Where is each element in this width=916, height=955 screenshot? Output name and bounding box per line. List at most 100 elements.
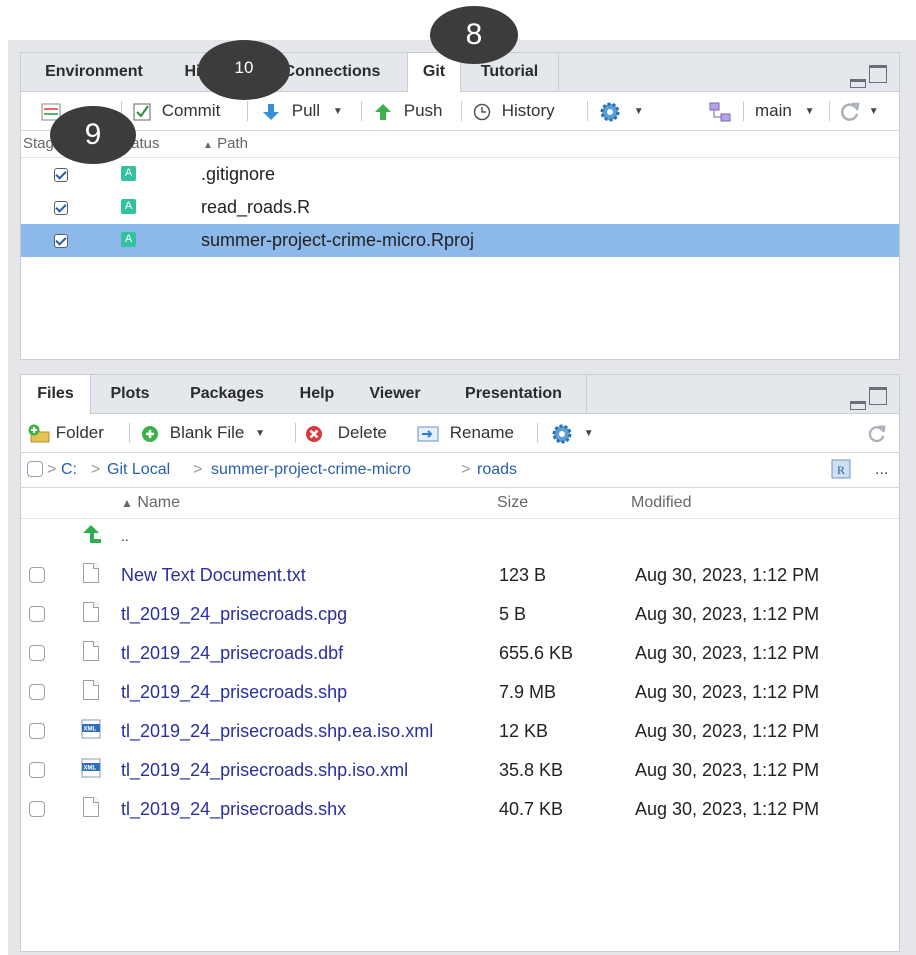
new-folder-button[interactable]: Folder [27, 414, 104, 452]
new-branch-button[interactable] [709, 92, 731, 130]
file-row[interactable]: XML tl_2019_24_prisecroads.shp.ea.iso.xm… [21, 714, 899, 748]
new-folder-icon [28, 424, 50, 443]
file-checkbox[interactable] [29, 801, 45, 817]
git-toolbar: Commit Pull ▼ Push History ▼ main ▼ ▼ [21, 92, 899, 131]
file-checkbox[interactable] [29, 645, 45, 661]
git-change-row[interactable]: A .gitignore [21, 158, 899, 191]
tab-environment[interactable]: Environment [21, 53, 167, 90]
file-name-link[interactable]: tl_2019_24_prisecroads.shp.iso.xml [121, 753, 408, 787]
maximize-pane-icon[interactable] [869, 387, 887, 405]
git-change-row-selected[interactable]: A summer-project-crime-micro.Rproj [21, 224, 899, 257]
file-path: read_roads.R [201, 197, 311, 217]
breadcrumb-project[interactable]: summer-project-crime-micro [211, 453, 411, 487]
file-row[interactable]: tl_2019_24_prisecroads.cpg 5 B Aug 30, 2… [21, 597, 899, 631]
file-name-link[interactable]: tl_2019_24_prisecroads.shx [121, 792, 346, 826]
blank-file-button[interactable]: Blank File ▼ [141, 414, 265, 452]
project-icon[interactable]: R [831, 459, 851, 484]
file-list: .. New Text Document.txt 123 B Aug 30, 2… [21, 519, 899, 849]
file-checkbox[interactable] [29, 606, 45, 622]
maximize-pane-icon[interactable] [869, 65, 887, 83]
chevron-down-icon: ▼ [868, 105, 879, 117]
toolbar-divider [247, 101, 248, 121]
commit-label: Commit [161, 101, 221, 120]
breadcrumb-separator: > [461, 461, 471, 478]
name-column-header[interactable]: ▲ Name [121, 488, 180, 518]
staged-checkbox[interactable] [54, 234, 68, 248]
files-settings-button[interactable]: ▼ [551, 414, 594, 452]
select-all-checkbox[interactable] [27, 461, 43, 477]
up-arrow-icon [83, 525, 101, 543]
window-controls [850, 387, 887, 410]
refresh-button[interactable]: ▼ [839, 92, 879, 130]
breadcrumb-git-local[interactable]: Git Local [107, 453, 170, 487]
file-path: .gitignore [201, 164, 276, 184]
tab-plots[interactable]: Plots [91, 375, 169, 412]
file-row[interactable]: tl_2019_24_prisecroads.dbf 655.6 KB Aug … [21, 636, 899, 670]
size-column-header[interactable]: Size [497, 488, 528, 518]
file-name-link[interactable]: tl_2019_24_prisecroads.shp.ea.iso.xml [121, 714, 433, 748]
more-options-button[interactable]: ... [875, 453, 888, 487]
push-label: Push [403, 101, 443, 120]
text-file-icon [83, 680, 99, 700]
commit-checkbox-icon [133, 103, 151, 121]
file-checkbox[interactable] [29, 723, 45, 739]
branch-label: main [755, 101, 792, 120]
file-modified: Aug 30, 2023, 1:12 PM [635, 760, 820, 780]
parent-directory-label: .. [121, 528, 129, 544]
delete-button[interactable]: Delete [305, 414, 387, 452]
push-arrow-icon [375, 103, 391, 120]
push-button[interactable]: Push [373, 92, 442, 130]
refresh-files-button[interactable] [867, 414, 887, 452]
git-settings-button[interactable]: ▼ [599, 92, 644, 130]
file-name-link[interactable]: tl_2019_24_prisecroads.cpg [121, 597, 347, 631]
breadcrumb-roads[interactable]: roads [477, 453, 517, 487]
tab-packages[interactable]: Packages [169, 375, 285, 412]
refresh-icon [868, 425, 886, 442]
tab-presentation[interactable]: Presentation [441, 375, 587, 412]
file-row[interactable]: XML tl_2019_24_prisecroads.shp.iso.xml 3… [21, 753, 899, 787]
tab-help[interactable]: Help [285, 375, 349, 412]
file-row[interactable]: New Text Document.txt 123 B Aug 30, 2023… [21, 558, 899, 592]
pull-dropdown-icon[interactable]: ▼ [333, 106, 343, 117]
pull-button[interactable]: Pull ▼ [261, 92, 343, 130]
file-row[interactable]: tl_2019_24_prisecroads.shx 40.7 KB Aug 3… [21, 792, 899, 826]
history-label: History [501, 101, 555, 120]
file-checkbox[interactable] [29, 762, 45, 778]
modified-column-header[interactable]: Modified [631, 488, 691, 518]
parent-directory-row[interactable]: .. [21, 519, 899, 553]
breadcrumb-separator: > [91, 461, 101, 478]
file-name-link[interactable]: tl_2019_24_prisecroads.shp [121, 675, 347, 709]
delete-icon [306, 425, 322, 442]
toolbar-divider [743, 101, 744, 121]
tab-files[interactable]: Files [21, 375, 91, 414]
chevron-down-icon: ▼ [804, 105, 815, 117]
file-modified: Aug 30, 2023, 1:12 PM [635, 682, 820, 702]
file-name-link[interactable]: New Text Document.txt [121, 558, 306, 592]
path-column-header[interactable]: ▲ Path [203, 131, 248, 159]
history-button[interactable]: History [473, 92, 555, 130]
minimize-pane-icon[interactable] [850, 401, 866, 410]
git-change-row[interactable]: A read_roads.R [21, 191, 899, 224]
folder-label: Folder [55, 423, 104, 442]
files-column-header: ▲ Name Size Modified [21, 488, 899, 519]
minimize-pane-icon[interactable] [850, 79, 866, 88]
svg-text:R: R [837, 463, 845, 477]
breadcrumb-drive[interactable]: C: [61, 453, 77, 487]
git-pane: Environment History Connections Git Tuto… [20, 52, 900, 360]
file-row[interactable]: tl_2019_24_prisecroads.shp 7.9 MB Aug 30… [21, 675, 899, 709]
file-checkbox[interactable] [29, 567, 45, 583]
commit-button[interactable]: Commit [133, 92, 220, 130]
files-pane: Files Plots Packages Help Viewer Present… [20, 374, 900, 952]
branch-selector[interactable]: main ▼ [755, 92, 815, 130]
svg-text:XML: XML [84, 727, 97, 733]
file-modified: Aug 30, 2023, 1:12 PM [635, 643, 820, 663]
tab-viewer[interactable]: Viewer [349, 375, 441, 412]
staged-checkbox[interactable] [54, 201, 68, 215]
pull-arrow-icon [263, 103, 279, 120]
rename-button[interactable]: Rename [417, 414, 514, 452]
file-size: 655.6 KB [499, 643, 574, 663]
file-name-link[interactable]: tl_2019_24_prisecroads.dbf [121, 636, 343, 670]
delete-label: Delete [337, 423, 387, 442]
file-checkbox[interactable] [29, 684, 45, 700]
staged-checkbox[interactable] [54, 168, 68, 182]
